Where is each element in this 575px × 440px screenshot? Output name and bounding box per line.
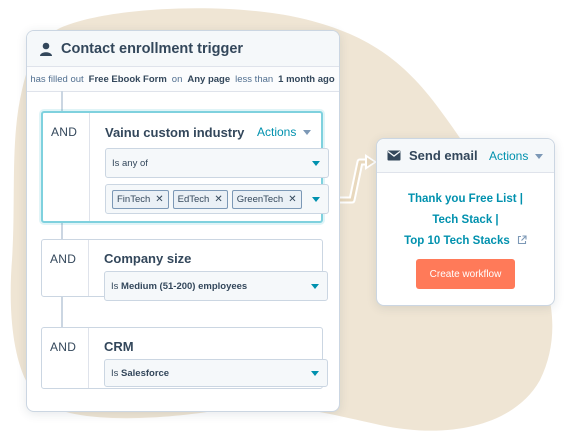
actions-label: Actions [257,125,297,139]
tag-edtech: EdTech ✕ [172,189,228,209]
and-label: AND [50,252,77,266]
actions-dropdown[interactable]: Actions [257,125,312,139]
email-link-text: Top 10 Tech Stacks [404,235,510,247]
chevron-down-icon [312,161,320,166]
external-link-icon [517,235,527,245]
email-link[interactable]: Thank you Free List | [377,189,554,210]
tag-label: FinTech [117,193,151,205]
enrollment-trigger-card: Contact enrollment trigger has filled ou… [26,30,340,412]
trigger-criteria: has filled out Free Ebook Form on Any pa… [27,67,339,92]
connector-line [61,91,63,113]
email-header: Send email Actions [377,139,554,173]
chevron-down-icon [311,284,319,289]
remove-tag-icon[interactable]: ✕ [155,194,163,205]
tag-fintech: FinTech ✕ [112,189,169,209]
block-divider [88,328,89,388]
criteria-text-2: on [171,73,183,85]
email-title: Send email [409,148,478,163]
and-label: AND [51,125,78,139]
connector-line [61,223,63,239]
filter-title: CRM [104,339,134,354]
criteria-text-1: has filled out [30,73,84,85]
value-select[interactable]: Is Salesforce [104,359,328,387]
trigger-header: Contact enrollment trigger [27,31,339,67]
create-workflow-button[interactable]: Create workflow [416,259,515,289]
filter-title: Vainu custom industry [105,125,245,140]
criteria-page: Any page [187,73,231,85]
trigger-title: Contact enrollment trigger [61,40,244,57]
value-text: Medium (51-200) employees [121,280,248,292]
connector-arrow [338,154,377,204]
criteria-form: Free Ebook Form [88,73,167,85]
value-prefix: Is [111,280,119,292]
value-prefix: Is [111,367,119,379]
block-divider [89,113,90,221]
filter-title: Company size [104,251,192,266]
filter-block-crm[interactable]: AND CRM Is Salesforce [41,327,328,389]
and-label: AND [50,340,77,354]
criteria-time: 1 month ago [278,73,335,85]
value-text: Salesforce [121,367,170,379]
mail-icon [387,150,401,161]
chevron-down-icon [312,197,320,202]
actions-dropdown[interactable]: Actions [489,149,544,163]
chevron-down-icon [311,371,319,376]
filter-block-industry[interactable]: AND Vainu custom industry Actions Is any… [41,111,329,223]
remove-tag-icon[interactable]: ✕ [288,194,296,205]
operator-value: Is any of [112,157,148,169]
tag-greentech: GreenTech ✕ [231,189,302,209]
user-icon [40,42,52,56]
chevron-down-icon [303,129,312,135]
filter-block-company-size[interactable]: AND Company size Is Medium (51-200) empl… [41,239,328,301]
criteria-text-3: less than [235,73,274,85]
connector-line [61,297,63,327]
operator-select[interactable]: Is any of [105,148,329,178]
tag-label: GreenTech [236,193,284,205]
email-link[interactable]: Top 10 Tech Stacks [377,231,554,252]
tag-label: EdTech [177,193,210,205]
value-select[interactable]: Is Medium (51-200) employees [104,271,328,301]
remove-tag-icon[interactable]: ✕ [214,194,222,205]
email-link[interactable]: Tech Stack | [377,210,554,231]
chevron-down-icon [535,153,544,159]
email-content-links: Thank you Free List | Tech Stack | Top 1… [377,189,554,252]
send-email-card: Send email Actions Thank you Free List |… [376,138,555,306]
tags-select[interactable]: FinTech ✕ EdTech ✕ GreenTech ✕ [105,184,329,214]
actions-label: Actions [489,149,529,163]
block-divider [88,240,89,296]
